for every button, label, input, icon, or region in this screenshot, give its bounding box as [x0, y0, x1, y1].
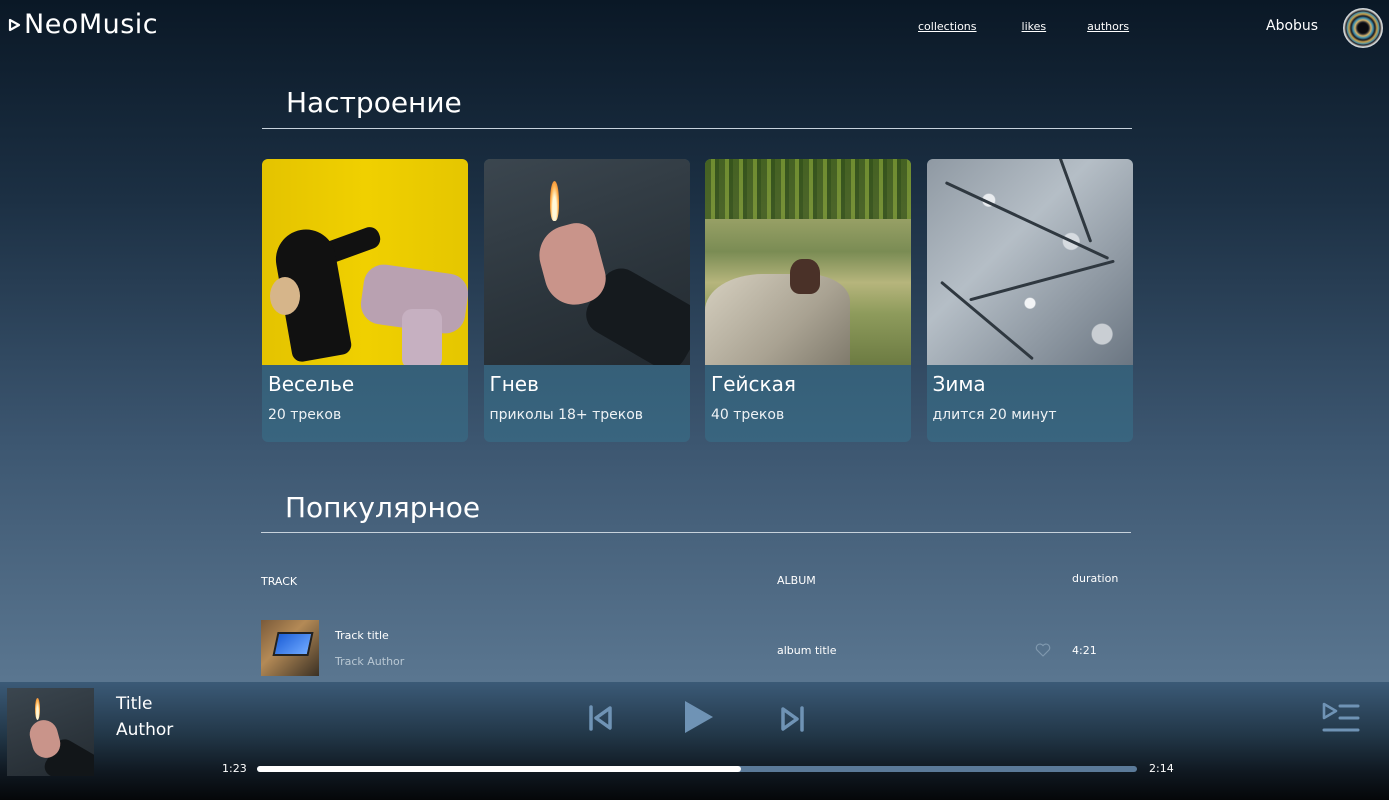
mood-card-fun[interactable]: Веселье 20 треков [262, 159, 468, 442]
track-album[interactable]: album title [777, 644, 836, 657]
card-subtitle: 40 треков [711, 407, 785, 423]
progress-fill [257, 766, 741, 772]
play-icon[interactable] [684, 700, 714, 734]
user-avatar[interactable] [1343, 8, 1383, 48]
total-time: 2:14 [1149, 762, 1174, 775]
nav-link-collections[interactable]: collections [918, 20, 977, 33]
track-author[interactable]: Track Author [335, 655, 404, 668]
app-name: NeoMusic [24, 9, 159, 40]
mood-cards: Веселье 20 треков Гнев приколы 18+ треко… [262, 159, 1133, 442]
card-subtitle: 20 треков [268, 407, 342, 423]
card-title: Зима [932, 372, 986, 396]
card-title: Гейская [711, 372, 796, 396]
section-divider [261, 532, 1131, 533]
app-logo[interactable]: NeoMusic [8, 9, 158, 41]
queue-list-icon[interactable] [1322, 702, 1360, 734]
skip-next-icon[interactable] [779, 705, 805, 733]
card-image [262, 159, 468, 365]
card-image [705, 159, 911, 365]
now-playing-author[interactable]: Author [116, 720, 173, 740]
section-title-mood: Настроение [286, 86, 462, 119]
play-triangle-icon [8, 18, 21, 32]
top-nav: collections likes authors [918, 20, 1129, 33]
track-thumbnail [261, 620, 319, 676]
progress-bar[interactable] [257, 766, 1137, 772]
card-title: Веселье [268, 372, 355, 396]
card-subtitle: приколы 18+ треков [489, 407, 644, 423]
card-image [483, 159, 690, 365]
nav-link-likes[interactable]: likes [1022, 20, 1047, 33]
track-duration: 4:21 [1072, 644, 1097, 657]
username[interactable]: Abobus [1266, 18, 1318, 34]
mood-card-gay[interactable]: Гейская 40 треков [705, 159, 911, 442]
column-header-duration[interactable]: duration [1072, 572, 1118, 585]
player-bar: Title Author 1:23 2:14 [0, 682, 1389, 800]
card-title: Гнев [489, 372, 539, 396]
section-title-popular: Попкулярное [285, 491, 481, 524]
card-subtitle: длится 20 минут [932, 407, 1057, 423]
skip-previous-icon[interactable] [588, 704, 614, 732]
track-title[interactable]: Track title [335, 629, 389, 642]
card-image [926, 159, 1133, 365]
column-header-album[interactable]: ALBUM [777, 574, 816, 587]
section-divider [262, 128, 1132, 129]
nav-link-authors[interactable]: authors [1087, 20, 1129, 33]
mood-card-anger[interactable]: Гнев приколы 18+ треков [483, 159, 690, 442]
now-playing-title[interactable]: Title [116, 694, 152, 714]
column-header-track[interactable]: TRACK [261, 575, 297, 588]
current-time: 1:23 [222, 762, 247, 775]
mood-card-winter[interactable]: Зима длится 20 минут [926, 159, 1133, 442]
heart-icon[interactable] [1035, 643, 1051, 657]
now-playing-cover[interactable] [7, 688, 94, 776]
